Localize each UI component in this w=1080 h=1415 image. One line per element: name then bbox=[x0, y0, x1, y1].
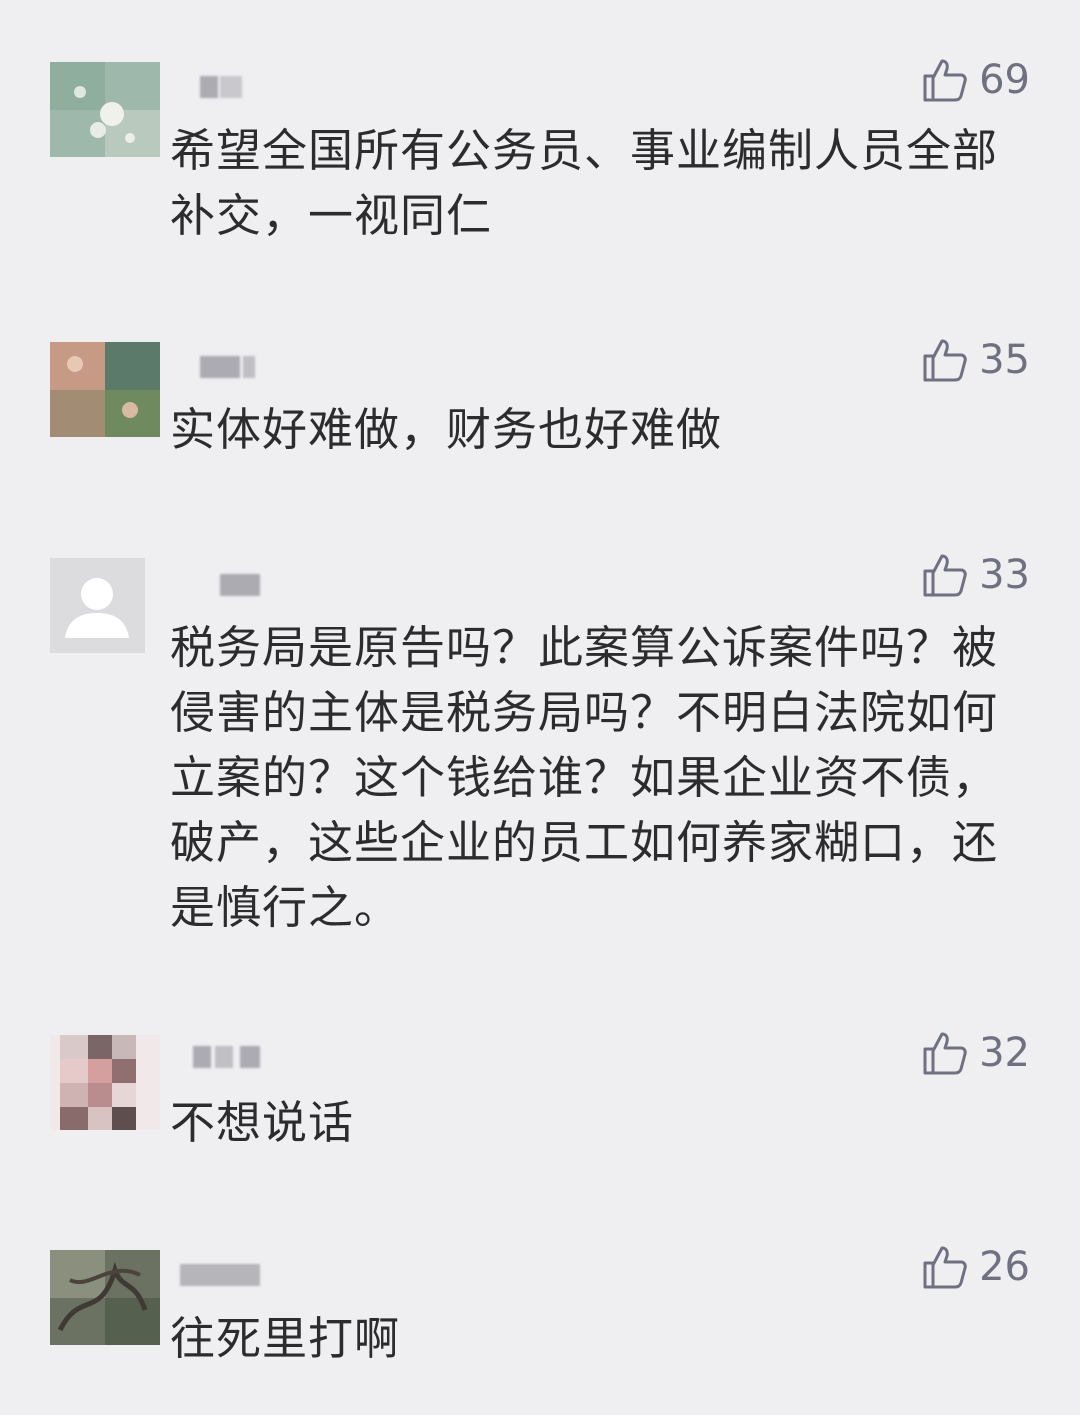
thumbs-up-icon bbox=[923, 1246, 967, 1289]
comment-text: 希望全国所有公务员、事业编制人员全部补交，一视同仁 bbox=[170, 124, 999, 242]
default-user-avatar[interactable] bbox=[50, 558, 160, 653]
username-blurred[interactable] bbox=[175, 560, 265, 600]
like-count: 26 bbox=[979, 1244, 1030, 1290]
avatar[interactable] bbox=[50, 1250, 160, 1345]
like-count: 69 bbox=[979, 57, 1030, 103]
like-button[interactable]: 26 bbox=[921, 1242, 1030, 1292]
comment-text: 税务局是原告吗？此案算公诉案件吗？被侵害的主体是税务局吗？不明白法院如何立案的？… bbox=[170, 621, 999, 934]
comment-text: 往死里打啊 bbox=[170, 1312, 401, 1365]
username-blurred[interactable] bbox=[175, 1032, 265, 1072]
username-blurred[interactable] bbox=[175, 1250, 265, 1290]
comment-text: 不想说话 bbox=[170, 1096, 355, 1149]
like-button[interactable]: 35 bbox=[921, 335, 1030, 385]
avatar[interactable] bbox=[50, 342, 160, 437]
comment-text: 实体好难做，财务也好难做 bbox=[170, 403, 723, 456]
username-blurred[interactable] bbox=[175, 342, 265, 382]
like-button[interactable]: 33 bbox=[921, 550, 1030, 600]
avatar[interactable] bbox=[50, 1035, 160, 1130]
thumbs-up-icon bbox=[923, 339, 967, 382]
avatar[interactable] bbox=[50, 62, 160, 157]
thumbs-up-icon bbox=[923, 1032, 967, 1075]
like-count: 32 bbox=[979, 1030, 1030, 1076]
thumbs-up-icon bbox=[923, 59, 967, 102]
thumbs-up-icon bbox=[923, 554, 967, 597]
like-count: 35 bbox=[979, 337, 1030, 383]
username-blurred[interactable] bbox=[175, 62, 265, 102]
like-count: 33 bbox=[979, 552, 1030, 598]
like-button[interactable]: 32 bbox=[921, 1028, 1030, 1078]
like-button[interactable]: 69 bbox=[921, 55, 1030, 105]
